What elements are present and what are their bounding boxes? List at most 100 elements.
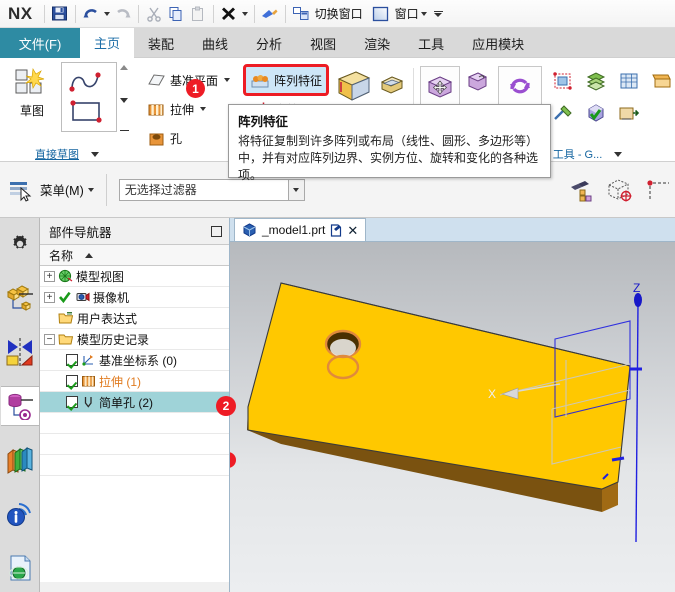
tree-node-extrude[interactable]: 拉伸 (1): [40, 371, 229, 392]
tab-view[interactable]: 视图: [296, 28, 350, 58]
tree-node-label: 模型视图: [76, 269, 125, 284]
scroll-up-icon[interactable]: [120, 65, 128, 70]
gallery-expand-icon[interactable]: [119, 130, 129, 131]
expander-icon[interactable]: +: [44, 270, 55, 282]
column-header-name: 名称: [49, 248, 74, 263]
window-icon[interactable]: [370, 3, 392, 25]
switch-window-label[interactable]: 切换窗口: [312, 5, 363, 22]
feature-checkbox[interactable]: [66, 375, 78, 387]
feature-checkbox[interactable]: [66, 396, 78, 408]
select-all-icon[interactable]: [567, 175, 597, 205]
block-feature-button[interactable]: [334, 66, 374, 106]
tree-node-model-history[interactable]: − 模型历史记录: [40, 329, 229, 350]
tab-render[interactable]: 渲染: [350, 28, 404, 58]
tab-analysis[interactable]: 分析: [242, 28, 296, 58]
window-dropdown-icon[interactable]: [419, 3, 429, 25]
pattern-feature-icon: [250, 72, 270, 89]
sidebar-item-part-navigator[interactable]: [0, 386, 39, 426]
tree-node-model-views[interactable]: + 模型视图: [40, 266, 229, 287]
sidebar-item-reuse-library[interactable]: [1, 440, 39, 480]
sketch-gallery-scroll[interactable]: [117, 62, 131, 134]
tree-node-cameras[interactable]: + 摄像机: [40, 287, 229, 308]
feature-checkbox[interactable]: [66, 354, 78, 366]
redo-icon[interactable]: [112, 3, 134, 25]
export-button[interactable]: [614, 98, 644, 128]
sidebar-item-settings[interactable]: [1, 224, 39, 264]
expander-icon[interactable]: −: [44, 333, 55, 345]
tree-column-header[interactable]: 名称: [40, 244, 229, 266]
group-expand-icon[interactable]: [91, 151, 99, 157]
point-dashed-icon[interactable]: [643, 175, 671, 205]
delete-icon[interactable]: [218, 3, 240, 25]
refresh-button[interactable]: [498, 66, 543, 106]
tab-application[interactable]: 应用模块: [458, 28, 538, 58]
expander-icon[interactable]: +: [44, 291, 55, 303]
weld-point-button[interactable]: [548, 66, 578, 96]
undo-brush-icon[interactable]: [259, 3, 281, 25]
move-face-button[interactable]: [420, 66, 461, 106]
tree-node-simple-hole[interactable]: 简单孔 (2): [40, 392, 229, 413]
menu-icon: [8, 177, 36, 203]
chevron-down-icon[interactable]: [224, 78, 231, 82]
shell-feature-button[interactable]: [377, 71, 407, 101]
group-expand-icon[interactable]: [614, 151, 623, 157]
tree-node-user-expressions[interactable]: 用户表达式: [40, 308, 229, 329]
hole-button[interactable]: 孔: [143, 125, 234, 151]
divider: [43, 4, 45, 23]
note-button[interactable]: [647, 66, 675, 96]
more-commands-icon[interactable]: [429, 10, 448, 17]
feature-tree: + 模型视图 + 摄像机 用户表达式 − 模型历史记录 基准坐标系 (0) 拉伸…: [40, 266, 229, 582]
chevron-down-icon[interactable]: [87, 187, 94, 192]
tab-tools[interactable]: 工具: [404, 28, 458, 58]
document-tab-label: _model1.prt: [262, 223, 326, 237]
books-icon: [5, 446, 35, 474]
table-button[interactable]: [614, 66, 644, 96]
save-icon[interactable]: [49, 3, 71, 25]
tree-node-empty: [40, 413, 229, 434]
document-tab[interactable]: _model1.prt ✕: [234, 218, 367, 241]
switch-window-icon[interactable]: [290, 3, 312, 25]
pattern-feature-label: 阵列特征: [274, 73, 323, 88]
close-icon[interactable]: ✕: [347, 224, 358, 237]
graphics-viewport[interactable]: X Z: [230, 242, 675, 592]
undo-icon[interactable]: [80, 3, 102, 25]
info-broadcast-icon: [5, 500, 35, 528]
chevron-down-icon[interactable]: [200, 107, 207, 111]
measure-button[interactable]: [548, 98, 578, 128]
sidebar-item-history[interactable]: [1, 494, 39, 534]
paste-icon[interactable]: [187, 3, 209, 25]
sidebar-item-web-browser[interactable]: [1, 548, 39, 588]
tree-node-empty: [40, 455, 229, 476]
copy-icon[interactable]: [165, 3, 187, 25]
delete-dropdown-icon[interactable]: [240, 3, 250, 25]
view-cube-icon[interactable]: [603, 175, 637, 205]
scroll-down-icon[interactable]: [120, 97, 128, 103]
check-geometry-button[interactable]: [581, 98, 611, 128]
pull-face-button[interactable]: [462, 66, 492, 96]
tab-file[interactable]: 文件(F): [0, 28, 80, 58]
sketch-button[interactable]: 草图: [3, 62, 61, 119]
tree-node-empty: [40, 434, 229, 455]
undo-dropdown-icon[interactable]: [102, 3, 112, 25]
stack-button[interactable]: [581, 66, 611, 96]
sort-ascending-icon[interactable]: [85, 252, 94, 258]
synchronous-modeling-gallery: [414, 62, 461, 106]
pin-panel-icon[interactable]: [211, 225, 222, 237]
extrude-icon: [81, 374, 96, 388]
sketch-label: 草图: [19, 104, 44, 118]
modified-icon[interactable]: [330, 223, 342, 237]
feature-command-list-1: 基准平面 拉伸: [137, 62, 236, 151]
sidebar-item-constraint-navigator[interactable]: [1, 332, 39, 372]
extrude-button[interactable]: 拉伸: [143, 96, 234, 122]
tab-assembly[interactable]: 装配: [134, 28, 188, 58]
menu-button[interactable]: 菜单(M): [8, 177, 94, 203]
tab-curve[interactable]: 曲线: [188, 28, 242, 58]
sidebar-item-assembly-navigator[interactable]: [1, 278, 39, 318]
sketch-curve-gallery[interactable]: [61, 62, 117, 132]
cut-icon[interactable]: [143, 3, 165, 25]
pattern-feature-button[interactable]: 阵列特征: [243, 64, 330, 96]
tab-home[interactable]: 主页: [80, 28, 135, 58]
window-label[interactable]: 窗口: [392, 5, 419, 22]
ribbon-group-label-direct-sketch[interactable]: 直接草图: [0, 146, 134, 162]
tree-node-datum-csys[interactable]: 基准坐标系 (0): [40, 350, 229, 371]
